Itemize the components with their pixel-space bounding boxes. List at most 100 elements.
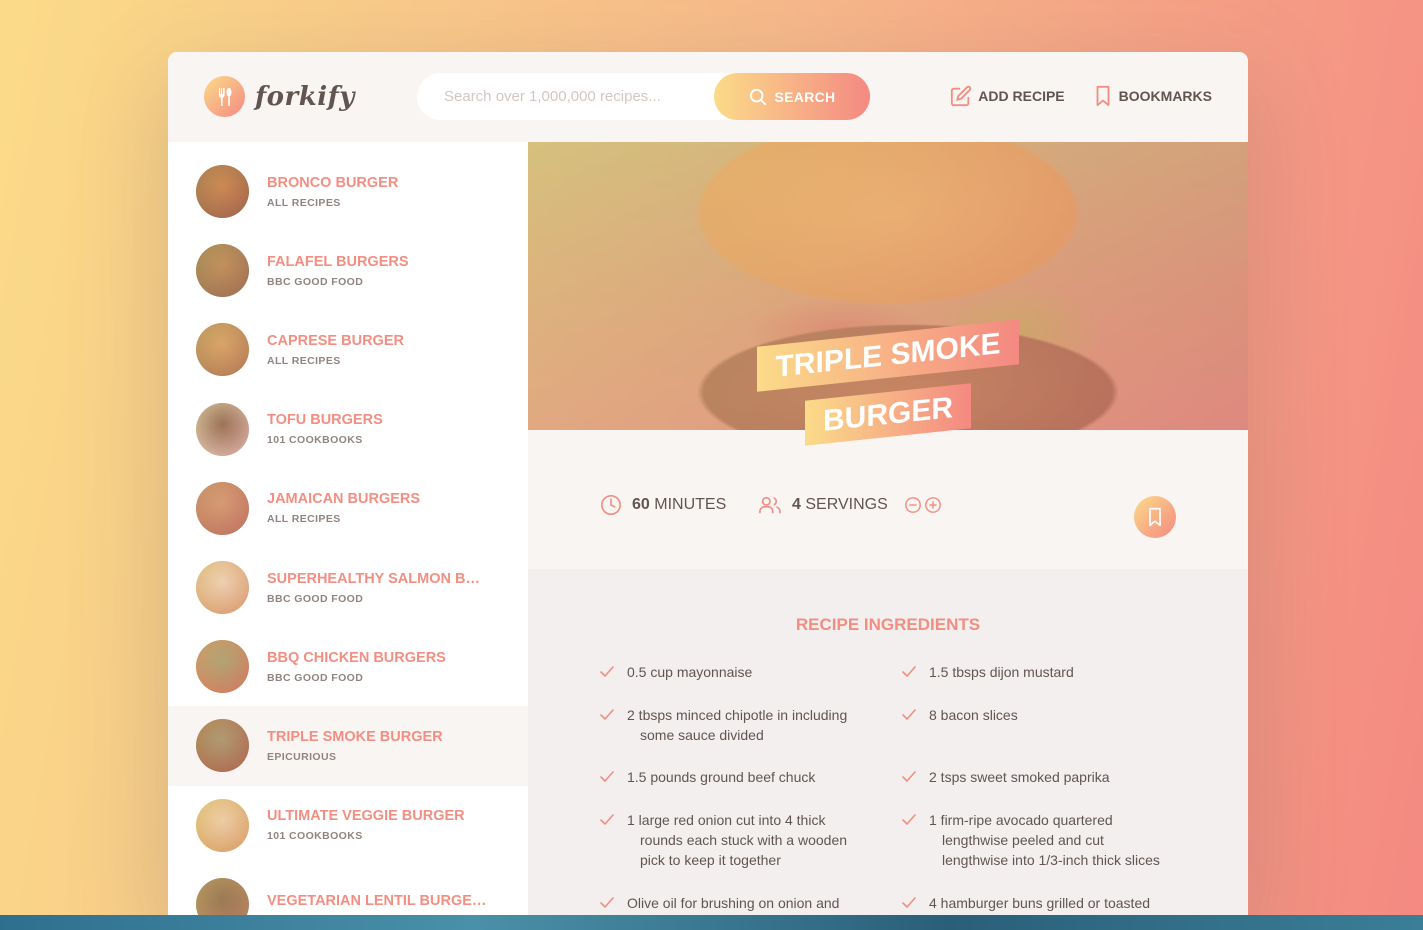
ingredient-line-continued: lengthwise into 1/3-inch thick slices <box>942 852 1160 868</box>
ingredient-line: 2 tbsps minced chipotle in including <box>627 707 848 723</box>
ingredient-text: 1.5 pounds ground beef chuck <box>627 767 815 787</box>
ingredient-line: 1 large red onion cut into 4 thick <box>627 812 826 828</box>
recipe-bookmark-button[interactable] <box>1134 496 1176 538</box>
result-title: VEGETARIAN LENTIL BURGERS <box>267 893 487 910</box>
plus-circle-icon[interactable] <box>924 496 942 514</box>
add-recipe-button[interactable]: ADD RECIPE <box>950 85 1065 107</box>
result-publisher: 101 COOKBOOKS <box>267 830 363 843</box>
bookmarks-label: BOOKMARKS <box>1118 88 1212 104</box>
result-publisher: BBC GOOD FOOD <box>267 592 364 605</box>
result-title: JAMAICAN BURGERS <box>267 491 421 508</box>
result-publisher: EPICURIOUS <box>267 750 337 763</box>
ingredient-line: 1 firm-ripe avocado quartered <box>929 812 1113 828</box>
check-icon <box>600 893 614 913</box>
result-item[interactable]: VEGETARIAN LENTIL BURGERS <box>168 865 528 916</box>
result-title: FALAFEL BURGERS <box>267 253 409 270</box>
ingredient-text: 2 tsps sweet smoked paprika <box>929 767 1110 787</box>
ingredient-line-continued: lengthwise peeled and cut <box>942 832 1104 848</box>
check-icon <box>600 767 614 787</box>
recipe-view: TRIPLE SMOKE BURGER 60 MINUTES 4 SERVING… <box>528 142 1248 916</box>
recipe-details: 60 MINUTES 4 SERVINGS <box>528 430 1248 569</box>
result-title: BBQ CHICKEN BURGERS <box>267 649 446 666</box>
check-icon <box>600 662 614 682</box>
logo-text: forkify <box>255 81 355 112</box>
ingredient-text: 2 tbsps minced chipotle in including some… <box>627 705 847 745</box>
bookmark-icon <box>1149 507 1161 527</box>
ingredient-text: 0.5 cup mayonnaise <box>627 662 752 682</box>
result-item[interactable]: SUPERHEALTHY SALMON BURGER BBC GOOD FOOD <box>168 548 528 627</box>
clock-icon <box>601 495 621 515</box>
fork-knife-icon <box>204 76 245 117</box>
recipe-thumbnail <box>196 719 249 773</box>
result-publisher: ALL RECIPES <box>267 513 341 526</box>
result-title: CAPRESE BURGER <box>267 332 404 349</box>
result-text: TRIPLE SMOKE BURGER EPICURIOUS <box>267 729 443 763</box>
servings-stepper <box>904 496 942 514</box>
result-text: BRONCO BURGER ALL RECIPES <box>267 175 398 209</box>
ingredient-line: 0.5 cup mayonnaise <box>627 664 753 680</box>
result-text: CAPRESE BURGER ALL RECIPES <box>267 333 404 367</box>
recipe-thumbnail <box>196 798 249 852</box>
result-title: BRONCO BURGER <box>267 174 399 191</box>
servings: 4 SERVINGS <box>758 494 942 516</box>
app-container: forkify SEARCH ADD RECIPE <box>168 52 1248 916</box>
ingredient-item: 2 tbsps minced chipotle in including some… <box>600 705 902 767</box>
minus-circle-icon[interactable] <box>904 496 922 514</box>
recipe-thumbnail <box>196 561 249 615</box>
result-text: BBQ CHICKEN BURGERS BBC GOOD FOOD <box>267 650 446 684</box>
ingredient-item: 1.5 pounds ground beef chuck <box>600 767 902 810</box>
ingredients-list: 0.5 cup mayonnaise 1.5 tbsps dijon mustar… <box>600 662 1190 916</box>
search-icon <box>749 88 766 105</box>
servings-value: 4 <box>792 496 801 513</box>
ingredient-line: 1.5 tbsps dijon mustard <box>929 664 1074 680</box>
recipe-thumbnail <box>196 165 249 219</box>
check-icon <box>600 810 614 830</box>
ingredient-line: 4 hamburger buns grilled or toasted <box>929 895 1151 911</box>
ingredient-text: 4 hamburger buns grilled or toasted <box>929 893 1150 913</box>
result-item[interactable]: FALAFEL BURGERS BBC GOOD FOOD <box>168 231 528 310</box>
ingredient-item: 1.5 tbsps dijon mustard <box>902 662 1190 705</box>
bookmarks-button[interactable]: BOOKMARKS <box>1093 85 1212 107</box>
ingredient-text: 1.5 tbsps dijon mustard <box>929 662 1074 682</box>
result-title: ULTIMATE VEGGIE BURGER <box>267 808 465 825</box>
result-text: VEGETARIAN LENTIL BURGERS <box>267 893 487 915</box>
result-item[interactable]: JAMAICAN BURGERS ALL RECIPES <box>168 469 528 548</box>
check-icon <box>600 705 614 725</box>
ingredient-text: 1 large red onion cut into 4 thick rounds… <box>627 810 847 870</box>
search-button[interactable]: SEARCH <box>714 73 870 120</box>
header: forkify SEARCH ADD RECIPE <box>168 52 1248 142</box>
ingredient-item: Olive oil for brushing on onion and <box>600 893 902 916</box>
servings-unit: SERVINGS <box>805 496 888 513</box>
main-nav: ADD RECIPE BOOKMARKS <box>950 85 1212 107</box>
result-text: SUPERHEALTHY SALMON BURGER BBC GOOD FOOD <box>267 571 487 605</box>
logo[interactable]: forkify <box>204 76 355 117</box>
ingredient-item: 2 tsps sweet smoked paprika <box>902 767 1190 810</box>
recipe-thumbnail <box>196 481 249 535</box>
ingredient-text: Olive oil for brushing on onion and <box>627 893 839 913</box>
search-input[interactable] <box>444 88 704 105</box>
result-item[interactable]: BBQ CHICKEN BURGERS BBC GOOD FOOD <box>168 627 528 706</box>
ingredient-line-continued: pick to keep it together <box>640 852 781 868</box>
users-icon <box>759 496 781 514</box>
result-publisher: ALL RECIPES <box>267 354 341 367</box>
result-publisher: ALL RECIPES <box>267 196 341 209</box>
result-text: JAMAICAN BURGERS ALL RECIPES <box>267 491 420 525</box>
result-item[interactable]: BRONCO BURGER ALL RECIPES <box>168 152 528 231</box>
ingredient-item: 0.5 cup mayonnaise <box>600 662 902 705</box>
result-item[interactable]: TOFU BURGERS 101 COOKBOOKS <box>168 390 528 469</box>
ingredient-item: 4 hamburger buns grilled or toasted <box>902 893 1190 916</box>
result-title: TOFU BURGERS <box>267 412 383 429</box>
check-icon <box>902 810 916 830</box>
result-publisher: BBC GOOD FOOD <box>267 671 364 684</box>
result-text: FALAFEL BURGERS BBC GOOD FOOD <box>267 254 409 288</box>
cooking-time-value: 60 <box>632 496 650 513</box>
result-item[interactable]: CAPRESE BURGER ALL RECIPES <box>168 310 528 389</box>
recipe-thumbnail <box>196 640 249 694</box>
ingredients-heading: RECIPE INGREDIENTS <box>795 615 981 634</box>
recipe-title-line2: BURGER <box>804 382 971 446</box>
result-item[interactable]: ULTIMATE VEGGIE BURGER 101 COOKBOOKS <box>168 786 528 865</box>
search-button-label: SEARCH <box>774 88 836 105</box>
check-icon <box>902 705 916 725</box>
recipe-thumbnail <box>196 244 249 298</box>
result-item[interactable]: TRIPLE SMOKE BURGER EPICURIOUS <box>168 706 528 786</box>
